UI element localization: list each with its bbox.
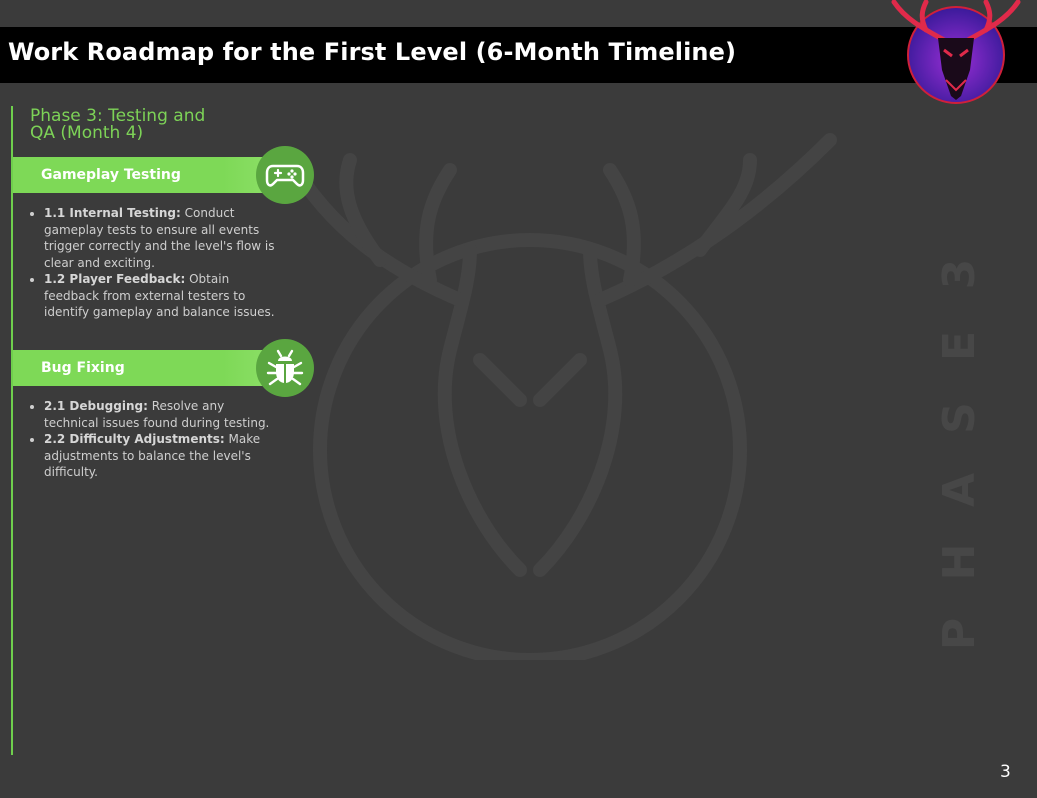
phase-accent-line (11, 106, 13, 755)
list-item: 2.1 Debugging: Resolve any technical iss… (44, 398, 276, 431)
watermark-letter: H (934, 543, 985, 581)
section-label: Bug Fixing (41, 360, 125, 376)
watermark-letter: S (934, 402, 985, 434)
list-item: 1.1 Internal Testing: Conduct gameplay t… (44, 205, 276, 271)
gamepad-icon (256, 146, 314, 204)
section-label: Gameplay Testing (41, 167, 181, 183)
deer-skull-watermark-icon (283, 133, 837, 660)
gameplay-testing-header: Gameplay Testing (13, 157, 283, 193)
phase-title: Phase 3: Testing and QA (Month 4) (30, 108, 260, 142)
page-number: 3 (1000, 762, 1011, 782)
list-item: 2.2 Difficulty Adjustments: Make adjustm… (44, 431, 276, 481)
watermark-letter: A (934, 472, 985, 508)
watermark-letter: P (934, 617, 985, 651)
demon-deer-skull-icon (891, 0, 1021, 104)
gameplay-testing-list: 1.1 Internal Testing: Conduct gameplay t… (28, 205, 276, 321)
list-item: 1.2 Player Feedback: Obtain feedback fro… (44, 271, 276, 321)
phase-title-line2: QA (Month 4) (30, 123, 144, 143)
bug-fixing-header: Bug Fixing (13, 350, 283, 386)
page-title: Work Roadmap for the First Level (6-Mont… (8, 38, 737, 66)
item-label: 1.1 Internal Testing: (44, 206, 181, 220)
watermark-letter: E (934, 330, 985, 362)
item-label: 2.2 Difficulty Adjustments: (44, 432, 225, 446)
watermark-letter: 3 (934, 258, 985, 290)
bug-fixing-list: 2.1 Debugging: Resolve any technical iss… (28, 398, 276, 481)
bug-icon (256, 339, 314, 397)
phase-vertical-watermark-text: 3 E S A H P (934, 238, 985, 670)
item-label: 1.2 Player Feedback: (44, 272, 186, 286)
item-label: 2.1 Debugging: (44, 399, 148, 413)
